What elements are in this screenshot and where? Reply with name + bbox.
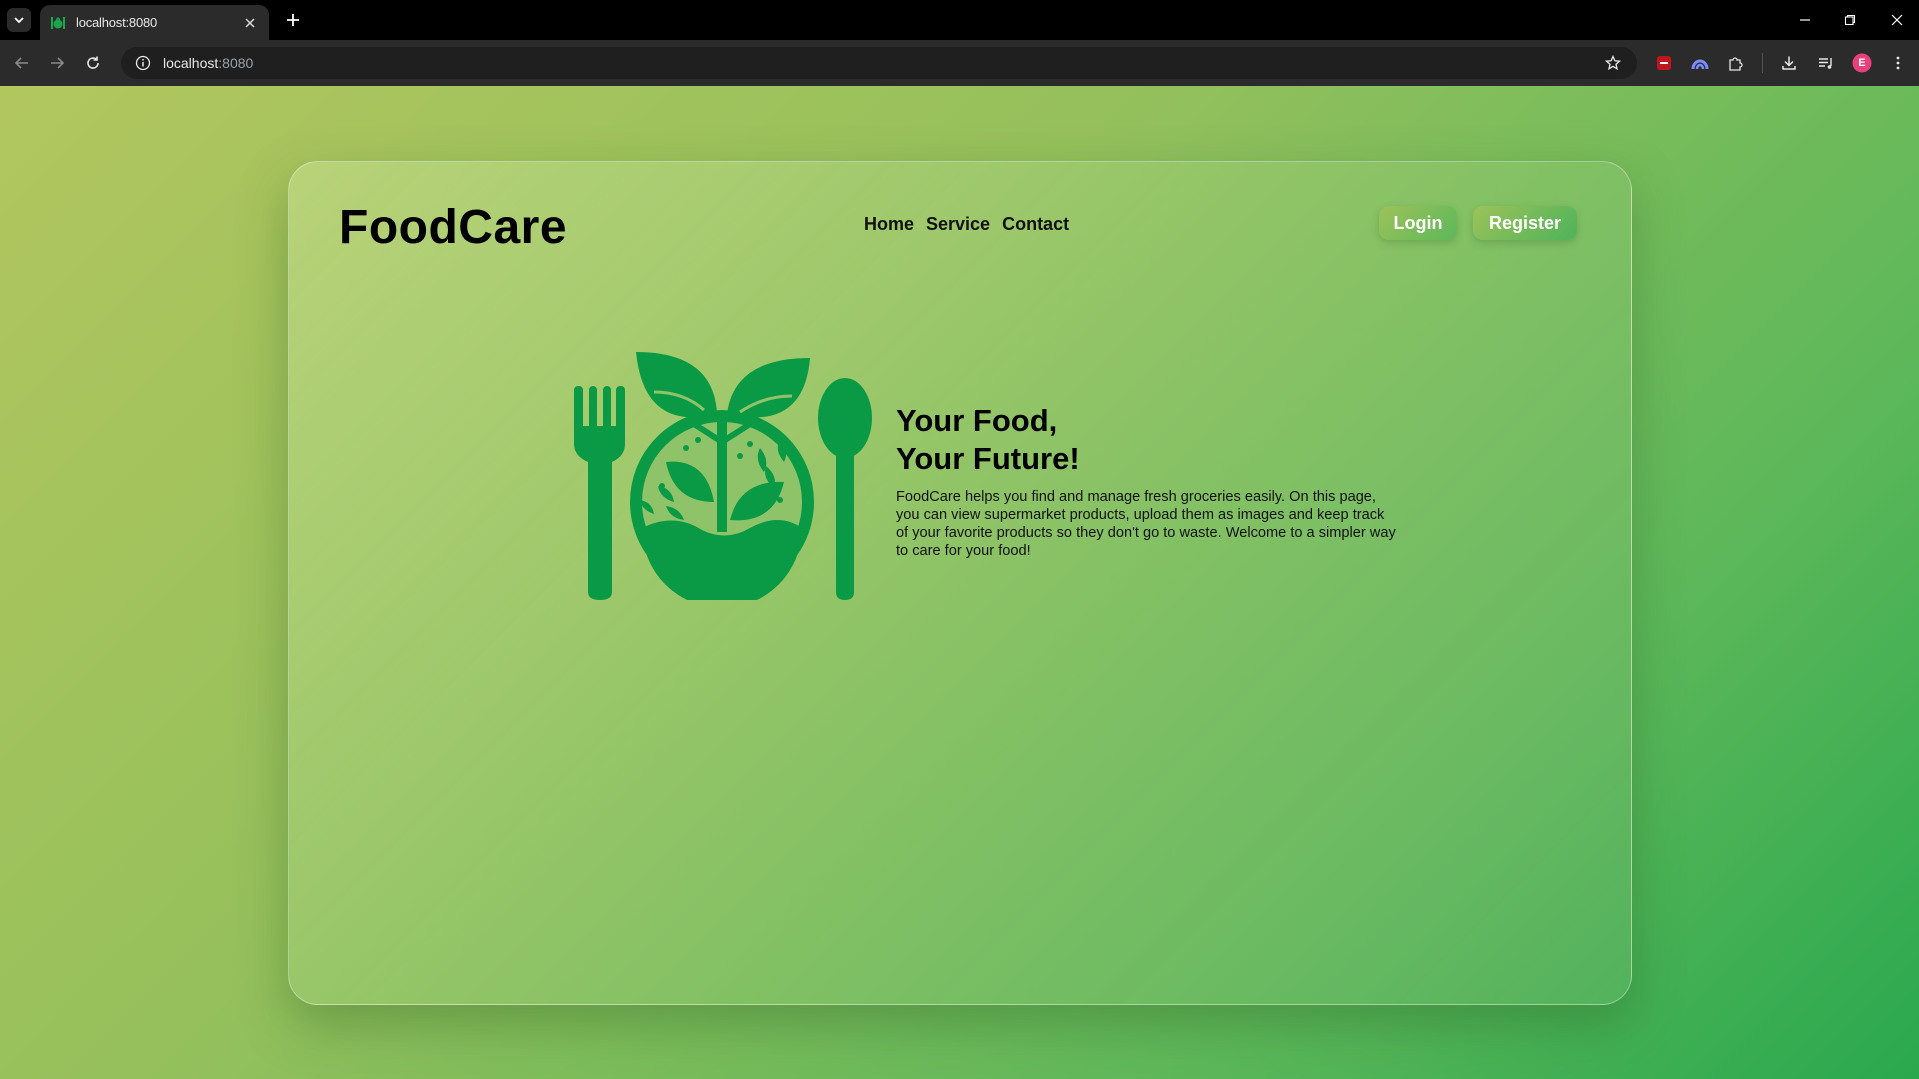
restore-icon [1844, 14, 1856, 26]
url-text: localhost:8080 [163, 55, 253, 71]
vpn-extension-button[interactable] [1688, 51, 1712, 75]
profile-avatar[interactable]: E [1850, 51, 1874, 75]
profile-initial: E [1858, 57, 1866, 69]
star-icon[interactable] [1601, 51, 1625, 75]
blocker-extension-button[interactable] [1652, 51, 1676, 75]
media-icon [1819, 58, 1832, 69]
register-button[interactable]: Register [1473, 206, 1577, 240]
arc-icon [1691, 59, 1709, 70]
browser-toolbar: localhost:8080 E [0, 40, 1919, 86]
downloads-button[interactable] [1777, 51, 1801, 75]
browser-tab[interactable]: localhost:8080 [40, 5, 269, 40]
reload-button[interactable] [81, 51, 105, 75]
site-info-icon[interactable] [131, 51, 155, 75]
foodcare-hero-logo [574, 352, 872, 600]
browser-tab-bar: localhost:8080 [0, 0, 1919, 40]
download-icon [1782, 56, 1796, 70]
new-tab-button[interactable] [283, 10, 303, 30]
minimize-button[interactable] [1793, 8, 1817, 32]
hero-title-line1: Your Food, [896, 403, 1058, 438]
extensions-button[interactable] [1724, 51, 1748, 75]
spoon-icon [818, 378, 872, 600]
close-icon[interactable] [241, 14, 259, 32]
toolbar-divider [1762, 53, 1763, 73]
restore-button[interactable] [1838, 8, 1862, 32]
extensions-icon [1729, 57, 1743, 71]
nav-link-contact[interactable]: Contact [1002, 214, 1069, 235]
page-viewport: FoodCare Home Service Contact Login Regi… [0, 86, 1919, 1079]
stop-icon [1657, 56, 1671, 70]
nav-link-service[interactable]: Service [926, 214, 990, 235]
main-nav: Home Service Contact [864, 214, 1069, 235]
login-button[interactable]: Login [1379, 206, 1457, 240]
nav-link-home[interactable]: Home [864, 214, 914, 235]
media-button[interactable] [1814, 51, 1838, 75]
window-close-button[interactable] [1885, 8, 1909, 32]
forward-icon [51, 57, 65, 69]
back-button[interactable] [10, 51, 34, 75]
back-icon [14, 57, 28, 69]
chevron-down-icon [14, 17, 24, 24]
url-host: localhost [163, 55, 219, 71]
reload-icon [87, 56, 99, 69]
browser-menu-button[interactable] [1886, 51, 1910, 75]
close-icon [1891, 14, 1903, 26]
menu-icon [1896, 56, 1900, 70]
url-port: :8080 [218, 55, 254, 71]
main-card: FoodCare Home Service Contact Login Regi… [288, 161, 1632, 1005]
address-bar[interactable]: localhost:8080 [121, 47, 1637, 79]
hero-title-line2: Your Future! [896, 441, 1080, 476]
fork-icon [574, 386, 625, 600]
tab-title: localhost:8080 [76, 15, 158, 30]
brand-logo-text[interactable]: FoodCare [339, 200, 567, 255]
forward-button[interactable] [45, 51, 69, 75]
hero-description: FoodCare helps you find and manage fresh… [896, 489, 1396, 559]
minimize-icon [1800, 19, 1810, 21]
tab-list-button[interactable] [7, 8, 31, 32]
hero-title: Your Food, Your Future! [896, 402, 1216, 478]
favicon-icon [50, 15, 66, 31]
plus-icon [287, 14, 299, 26]
